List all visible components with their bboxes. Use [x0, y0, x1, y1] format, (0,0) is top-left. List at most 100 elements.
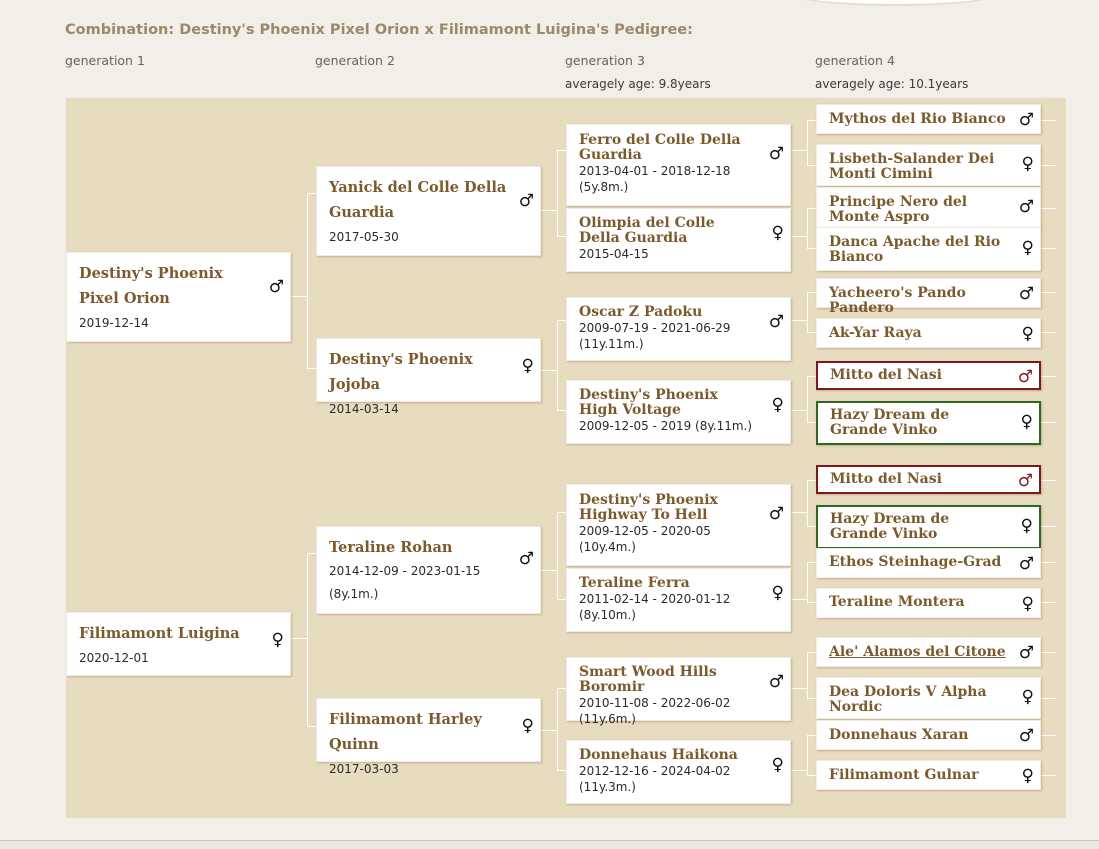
female-icon: ♀ — [1020, 412, 1033, 432]
g4-card-3[interactable]: Principe Nero del Monte Aspro ♂ — [816, 187, 1041, 229]
g4-card-2[interactable]: Lisbeth-Salander Dei Monti Cimini ♀ — [816, 144, 1041, 186]
animal-dates: 2013-04-01 - 2018-12-18 — [579, 164, 731, 178]
female-icon: ♀ — [1021, 238, 1034, 258]
male-icon: ♂ — [768, 144, 784, 164]
animal-dates: 2017-03-03 — [329, 762, 399, 776]
animal-name[interactable]: Mitto del Nasi — [830, 472, 1009, 487]
female-icon: ♀ — [1021, 766, 1034, 786]
female-icon: ♀ — [1021, 687, 1034, 707]
generation-2-header: generation 2 — [315, 53, 395, 68]
animal-dates: 2019-12-14 — [79, 316, 149, 330]
male-icon: ♂ — [1018, 110, 1034, 130]
female-icon: ♀ — [1021, 594, 1034, 614]
animal-name[interactable]: Teraline Rohan — [329, 535, 510, 560]
animal-name[interactable]: Ethos Steinhage-Grad — [829, 555, 1010, 570]
animal-dates: 2015-04-15 — [579, 247, 649, 261]
male-icon: ♂ — [518, 549, 534, 569]
animal-age: (11y.3m.) — [579, 780, 636, 794]
generation-1-header: generation 1 — [65, 53, 145, 68]
animal-name[interactable]: Principe Nero del Monte Aspro — [829, 195, 1010, 225]
animal-name[interactable]: Filimamont Harley Quinn — [329, 707, 510, 757]
animal-dates: 2017-05-30 — [329, 230, 399, 244]
animal-name[interactable]: Dea Doloris V Alpha Nordic — [829, 685, 1010, 715]
animal-dates: 2020-12-01 — [79, 651, 149, 665]
g2-dam-dam-card[interactable]: Filimamont Harley Quinn 2017-03-03 ♀ — [316, 698, 541, 776]
animal-name[interactable]: Olimpia del Colle Della Guardia — [579, 216, 760, 246]
animal-name[interactable]: Mythos del Rio Bianco — [829, 112, 1010, 127]
animal-name[interactable]: Donnehaus Xaran — [829, 728, 1010, 743]
g2-sire-dam-card[interactable]: Destiny's Phoenix Jojoba 2014-03-14 ♀ — [316, 338, 541, 416]
male-icon: ♂ — [1018, 197, 1034, 217]
g3-card-1[interactable]: Ferro del Colle Della Guardia 2013-04-01… — [566, 124, 791, 206]
generation-3-header: generation 3 — [565, 53, 645, 68]
animal-name[interactable]: Destiny's Phoenix Jojoba — [329, 347, 510, 397]
animal-name[interactable]: Filimamont Gulnar — [829, 768, 1010, 783]
male-icon: ♂ — [268, 277, 284, 297]
g4-card-16[interactable]: Filimamont Gulnar ♀ — [816, 760, 1041, 790]
female-icon: ♀ — [1021, 324, 1034, 344]
animal-age: (8y.1m.) — [329, 587, 379, 601]
female-icon: ♀ — [1021, 154, 1034, 174]
animal-dates: 2009-07-19 - 2021-06-29 — [579, 321, 731, 335]
animal-name[interactable]: Yacheero's Pando Pandero — [829, 286, 1010, 316]
animal-dates: 2009-12-05 - 2020-05 — [579, 524, 711, 538]
g3-card-2[interactable]: Olimpia del Colle Della Guardia 2015-04-… — [566, 208, 791, 272]
animal-age: (11y.11m.) — [579, 337, 644, 351]
g4-card-1[interactable]: Mythos del Rio Bianco ♂ — [816, 104, 1041, 134]
g3-card-7[interactable]: Smart Wood Hills Boromir 2010-11-08 - 20… — [566, 657, 791, 726]
female-icon: ♀ — [521, 716, 534, 736]
animal-age: (5y.8m.) — [579, 180, 629, 194]
g4-card-15[interactable]: Donnehaus Xaran ♂ — [816, 720, 1041, 750]
g3-card-3[interactable]: Oscar Z Padoku 2009-07-19 - 2021-06-29 (… — [566, 297, 791, 361]
g4-card-12[interactable]: Teraline Montera ♀ — [816, 588, 1041, 618]
animal-name[interactable]: Danca Apache del Rio Bianco — [829, 235, 1010, 265]
animal-name[interactable]: Ak-Yar Raya — [829, 326, 1010, 341]
g3-card-5[interactable]: Destiny's Phoenix Highway To Hell 2009-1… — [566, 484, 791, 566]
female-icon: ♀ — [771, 395, 784, 415]
male-icon: ♂ — [1017, 367, 1033, 387]
g2-sire-sire-card[interactable]: Yanick del Colle Della Guardia 2017-05-3… — [316, 166, 541, 256]
animal-name[interactable]: Hazy Dream de Grande Vinko — [830, 512, 1009, 542]
g4-card-6[interactable]: Ak-Yar Raya ♀ — [816, 318, 1041, 348]
g4-card-9[interactable]: Mitto del Nasi ♂ — [816, 465, 1041, 494]
animal-age: (8y.10m.) — [579, 608, 636, 622]
generation-4-average-age: averagely age: 10.1years — [815, 77, 969, 91]
animal-name[interactable]: Destiny's Phoenix Highway To Hell — [579, 493, 760, 523]
animal-dates: 2009-12-05 - 2019 (8y.11m.) — [579, 419, 753, 433]
generation-3-average-age: averagely age: 9.8years — [565, 77, 711, 91]
male-icon: ♂ — [768, 312, 784, 332]
decorative-top-curve — [790, 0, 1000, 6]
animal-name[interactable]: Teraline Ferra — [579, 576, 760, 591]
animal-name[interactable]: Yanick del Colle Della Guardia — [329, 175, 510, 225]
animal-name[interactable]: Destiny's Phoenix High Voltage — [579, 388, 760, 418]
g4-card-11[interactable]: Ethos Steinhage-Grad ♂ — [816, 548, 1041, 578]
female-icon: ♀ — [771, 583, 784, 603]
animal-name[interactable]: Teraline Montera — [829, 595, 1010, 610]
generation-4-header: generation 4 — [815, 53, 895, 68]
animal-name[interactable]: Oscar Z Padoku — [579, 305, 760, 320]
animal-name[interactable]: Smart Wood Hills Boromir — [579, 665, 760, 695]
g4-card-8[interactable]: Hazy Dream de Grande Vinko ♀ — [816, 401, 1041, 445]
g3-card-8[interactable]: Donnehaus Haikona 2012-12-16 - 2024-04-0… — [566, 740, 791, 804]
animal-dates: 2010-11-08 - 2022-06-02 — [579, 696, 731, 710]
g1-sire-card[interactable]: Destiny's Phoenix Pixel Orion 2019-12-14… — [66, 252, 291, 342]
animal-name[interactable]: Donnehaus Haikona — [579, 748, 760, 763]
animal-name-link[interactable]: Ale' Alamos del Citone — [829, 645, 1010, 660]
animal-dates: 2011-02-14 - 2020-01-12 — [579, 592, 731, 606]
g4-card-5[interactable]: Yacheero's Pando Pandero ♂ — [816, 278, 1041, 316]
g3-card-4[interactable]: Destiny's Phoenix High Voltage 2009-12-0… — [566, 380, 791, 444]
g3-card-6[interactable]: Teraline Ferra 2011-02-14 - 2020-01-12 (… — [566, 568, 791, 632]
animal-name[interactable]: Destiny's Phoenix Pixel Orion — [79, 261, 260, 311]
g4-card-4[interactable]: Danca Apache del Rio Bianco ♀ — [816, 227, 1041, 271]
animal-name[interactable]: Lisbeth-Salander Dei Monti Cimini — [829, 152, 1010, 182]
g4-card-14[interactable]: Dea Doloris V Alpha Nordic ♀ — [816, 677, 1041, 719]
animal-name[interactable]: Filimamont Luigina — [79, 621, 260, 646]
g1-dam-card[interactable]: Filimamont Luigina 2020-12-01 ♀ — [66, 612, 291, 676]
animal-name[interactable]: Mitto del Nasi — [830, 368, 1009, 383]
animal-name[interactable]: Ferro del Colle Della Guardia — [579, 133, 760, 163]
animal-name[interactable]: Hazy Dream de Grande Vinko — [830, 408, 1009, 438]
g4-card-13[interactable]: Ale' Alamos del Citone ♂ — [816, 637, 1041, 667]
g2-dam-sire-card[interactable]: Teraline Rohan 2014-12-09 - 2023-01-15 (… — [316, 526, 541, 614]
g4-card-10[interactable]: Hazy Dream de Grande Vinko ♀ — [816, 505, 1041, 549]
g4-card-7[interactable]: Mitto del Nasi ♂ — [816, 361, 1041, 390]
